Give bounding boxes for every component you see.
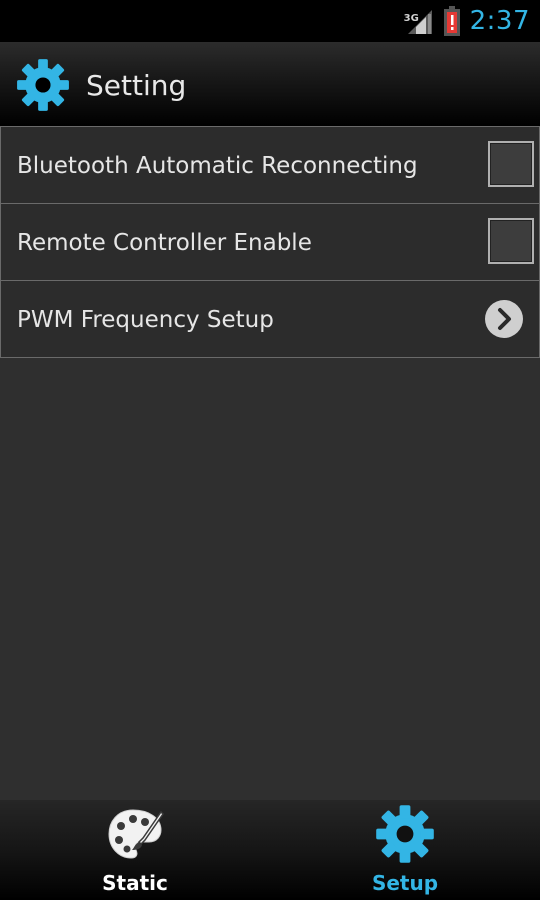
chevron-right-icon[interactable] (485, 300, 523, 338)
gear-icon (17, 59, 69, 111)
status-bar: 3G 2:37 (0, 0, 540, 42)
setting-label: PWM Frequency Setup (17, 307, 274, 333)
bottom-tab-bar: Static Setup (0, 800, 540, 900)
setting-pwm-frequency[interactable]: PWM Frequency Setup (0, 281, 540, 358)
gear-icon (376, 805, 434, 863)
app-screen: 3G 2:37 Setting Bluetooth Automatic Reco… (0, 0, 540, 900)
setting-remote-controller[interactable]: Remote Controller Enable (0, 204, 540, 281)
tab-setup[interactable]: Setup (270, 800, 540, 900)
palette-icon (108, 809, 164, 859)
setting-label: Remote Controller Enable (17, 230, 312, 256)
action-bar: Setting (0, 42, 540, 126)
setting-label: Bluetooth Automatic Reconnecting (17, 153, 418, 179)
setting-bluetooth-reconnect[interactable]: Bluetooth Automatic Reconnecting (0, 126, 540, 204)
settings-list: Bluetooth Automatic Reconnecting Remote … (0, 126, 540, 358)
status-icons: 3G 2:37 (404, 0, 530, 42)
bluetooth-reconnect-checkbox[interactable] (488, 141, 534, 187)
remote-controller-checkbox[interactable] (488, 218, 534, 264)
tab-label: Static (102, 871, 168, 895)
signal-icon: 3G (404, 6, 434, 36)
page-title: Setting (86, 69, 187, 102)
battery-alert-icon (443, 6, 460, 36)
tab-static[interactable]: Static (0, 800, 270, 900)
tab-label: Setup (371, 871, 439, 895)
clock: 2:37 (469, 6, 530, 36)
